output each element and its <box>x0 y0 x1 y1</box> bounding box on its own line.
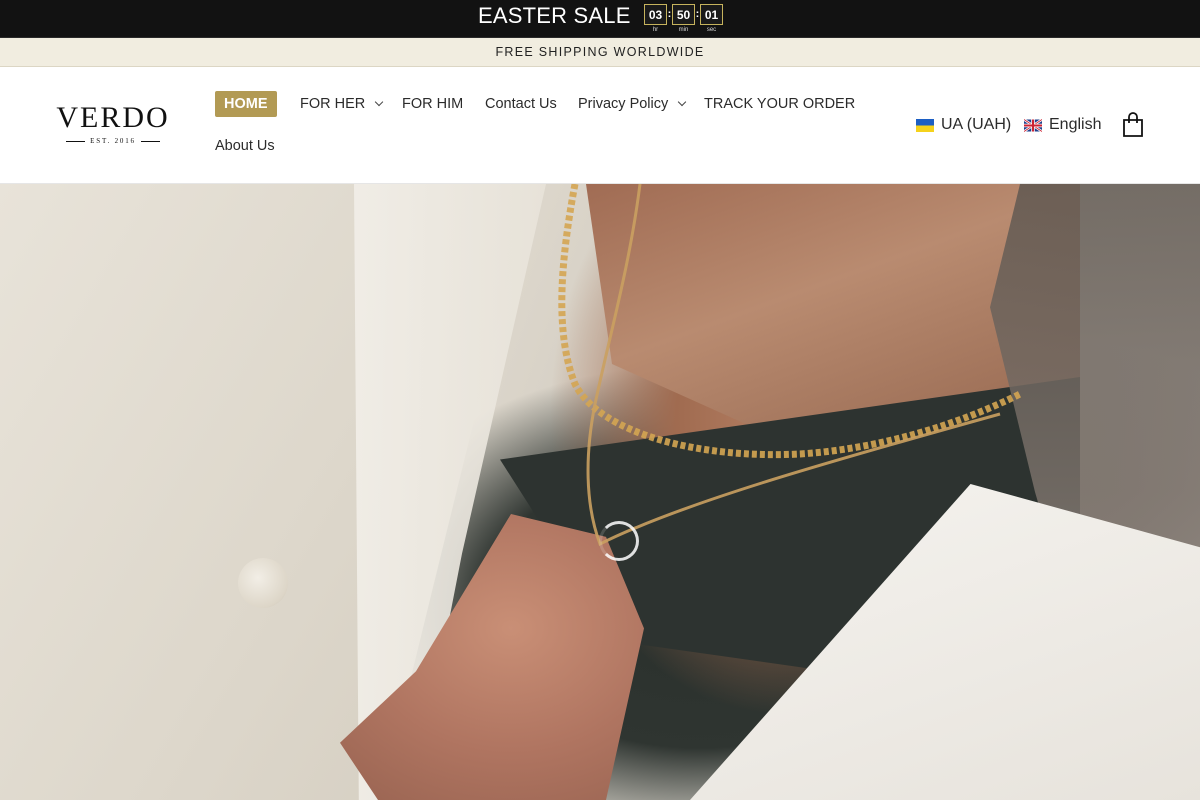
nav-for-him[interactable]: FOR HIM <box>402 91 463 117</box>
timer-minutes-value: 50 <box>672 4 695 25</box>
sale-countdown-bar: EASTER SALE 03 hr : 50 min : 01 sec <box>0 0 1200 38</box>
nav-contact-us-label: Contact Us <box>485 96 557 112</box>
logo-divider <box>140 140 160 142</box>
nav-privacy-policy[interactable]: Privacy Policy <box>578 91 687 117</box>
currency-label: UA (UAH) <box>941 116 1012 133</box>
nav-for-her[interactable]: FOR HER <box>300 91 384 117</box>
site-header: VERDO EST. 2016 HOME FOR HER FOR HIM Con… <box>0 67 1200 184</box>
timer-seconds-value: 01 <box>700 4 723 25</box>
nav-home-label: HOME <box>224 96 268 112</box>
timer-seconds: 01 sec <box>700 4 723 34</box>
logo-wordmark: VERDO <box>56 101 170 134</box>
nav-track-order[interactable]: TRACK YOUR ORDER <box>704 91 855 117</box>
logo[interactable]: VERDO EST. 2016 <box>50 101 176 147</box>
loading-spinner-icon <box>599 521 639 561</box>
nav-about-us[interactable]: About Us <box>215 133 275 159</box>
nav-about-us-label: About Us <box>215 138 275 154</box>
announcement-bar: FREE SHIPPING WORLDWIDE <box>0 38 1200 67</box>
timer-minutes-label: min <box>678 27 689 33</box>
timer-hours: 03 hr <box>644 4 667 34</box>
logo-tagline-text: EST. 2016 <box>90 137 136 145</box>
nav-track-order-label: TRACK YOUR ORDER <box>704 96 856 112</box>
language-label: English <box>1049 116 1102 133</box>
shopping-bag-icon[interactable] <box>1122 112 1144 138</box>
nav-home[interactable]: HOME <box>215 91 277 117</box>
language-selector[interactable]: English <box>1024 111 1101 139</box>
uk-flag-icon <box>1024 118 1042 132</box>
hero-banner[interactable] <box>0 184 1200 800</box>
logo-tagline: EST. 2016 <box>50 137 176 145</box>
timer-minutes: 50 min <box>672 4 695 34</box>
timer-hours-label: hr <box>652 27 659 33</box>
chevron-down-icon <box>375 97 384 107</box>
announcement-text: FREE SHIPPING WORLDWIDE <box>495 45 705 59</box>
timer-seconds-label: sec <box>706 27 717 33</box>
ukraine-flag-icon <box>916 118 934 132</box>
timer-hours-value: 03 <box>644 4 667 25</box>
currency-selector[interactable]: UA (UAH) <box>916 111 1011 139</box>
nav-privacy-policy-label: Privacy Policy <box>578 96 669 112</box>
nav-contact-us[interactable]: Contact Us <box>485 91 557 117</box>
chevron-down-icon <box>678 97 687 107</box>
nav-for-him-label: FOR HIM <box>402 96 464 112</box>
nav-for-her-label: FOR HER <box>300 96 366 112</box>
gold-chain-necklace <box>558 184 1022 547</box>
countdown-timer: 03 hr : 50 min : 01 sec <box>644 4 723 34</box>
sale-title: EASTER SALE <box>478 3 631 28</box>
logo-divider <box>66 140 86 142</box>
